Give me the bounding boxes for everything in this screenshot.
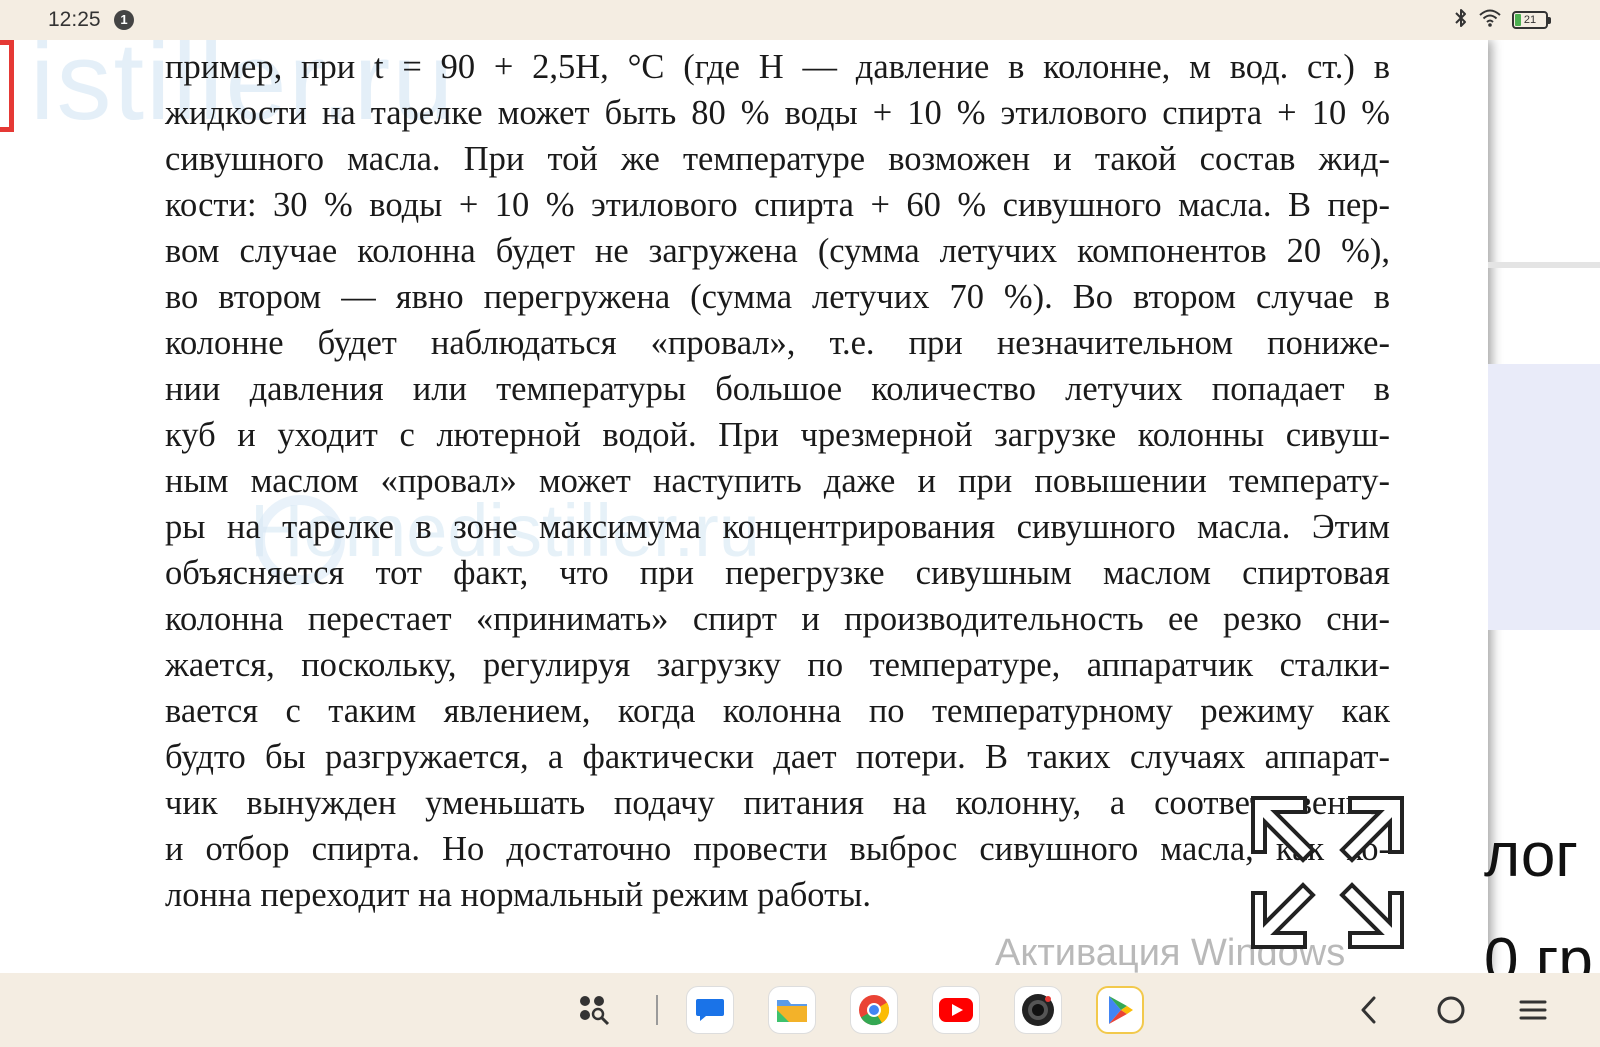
document-line: кости: 30 % воды + 10 % этилового спирта…: [165, 186, 1390, 224]
document-line: ры на тарелке в зоне максимума концентри…: [165, 508, 1390, 546]
document-line: нии давления или температуры большое кол…: [165, 370, 1390, 408]
app-dock: [570, 985, 1178, 1035]
chrome-icon[interactable]: [850, 986, 898, 1034]
battery-icon: 21: [1512, 11, 1551, 29]
document-line: чик вынужден уменьшать подачу питания на…: [165, 784, 1390, 822]
background-text-2: 0 гр: [1484, 926, 1593, 973]
background-text-1: лог: [1484, 821, 1578, 890]
dock-divider: [656, 995, 658, 1025]
bluetooth-icon: [1454, 7, 1468, 34]
document-viewer[interactable]: istiller.ru Homedistiller.ru пример, при…: [0, 40, 1600, 973]
files-icon[interactable]: [768, 986, 816, 1034]
menu-icon[interactable]: [1516, 993, 1550, 1027]
document-line: во втором — явно перегружена (сумма лету…: [165, 278, 1390, 316]
notification-badge: 1: [114, 10, 134, 30]
wifi-icon: [1478, 8, 1502, 33]
document-line: колонне будет наблюдаться «провал», т.е.…: [165, 324, 1390, 362]
camera-icon[interactable]: [1014, 986, 1062, 1034]
status-bar: 12:25 1 21: [0, 0, 1600, 40]
document-line: вом случае колонна будет не загружена (с…: [165, 232, 1390, 270]
document-line: ным маслом «провал» может наступить даже…: [165, 462, 1390, 500]
messages-icon[interactable]: [686, 986, 734, 1034]
system-nav-controls: [1352, 985, 1550, 1035]
document-line: куб и уходит с лютерной водой. При чрезм…: [165, 416, 1390, 454]
battery-level: 21: [1523, 14, 1537, 26]
document-text: пример, при t = 90 + 2,5H, °C (где H — д…: [165, 44, 1390, 918]
document-line: и отбор спирта. Но достаточно провести в…: [165, 830, 1390, 868]
document-line: лонна переходит на нормальный режим рабо…: [165, 876, 871, 914]
fullscreen-expand-icon[interactable]: [1245, 790, 1410, 955]
document-page[interactable]: istiller.ru Homedistiller.ru пример, при…: [0, 40, 1488, 973]
document-line: вается с таким явлением, когда колонна п…: [165, 692, 1390, 730]
background-divider: [1488, 262, 1600, 268]
app-drawer-icon[interactable]: [570, 986, 618, 1034]
home-icon[interactable]: [1434, 993, 1468, 1027]
document-line: жидкости на тарелке может быть 80 % воды…: [165, 94, 1390, 132]
document-line: сивушного масла. При той же температуре …: [165, 140, 1390, 178]
document-line: жается, поскольку, регулируя загрузку по…: [165, 646, 1390, 684]
back-icon[interactable]: [1352, 993, 1386, 1027]
status-time: 12:25: [48, 8, 101, 31]
navigation-bar: [0, 973, 1600, 1047]
status-icons: 21: [1454, 7, 1551, 34]
document-line: пример, при t = 90 + 2,5H, °C (где H — д…: [165, 48, 1390, 86]
youtube-icon[interactable]: [932, 986, 980, 1034]
play-store-icon[interactable]: [1096, 986, 1144, 1034]
background-panel: [1488, 364, 1600, 630]
red-bracket-marker: [0, 40, 14, 132]
document-line: объясняется тот факт, что при перегрузке…: [165, 554, 1390, 592]
document-line: колонна перестает «принимать» спирт и пр…: [165, 600, 1390, 638]
document-line: будто бы разгружается, а фактически дает…: [165, 738, 1390, 776]
